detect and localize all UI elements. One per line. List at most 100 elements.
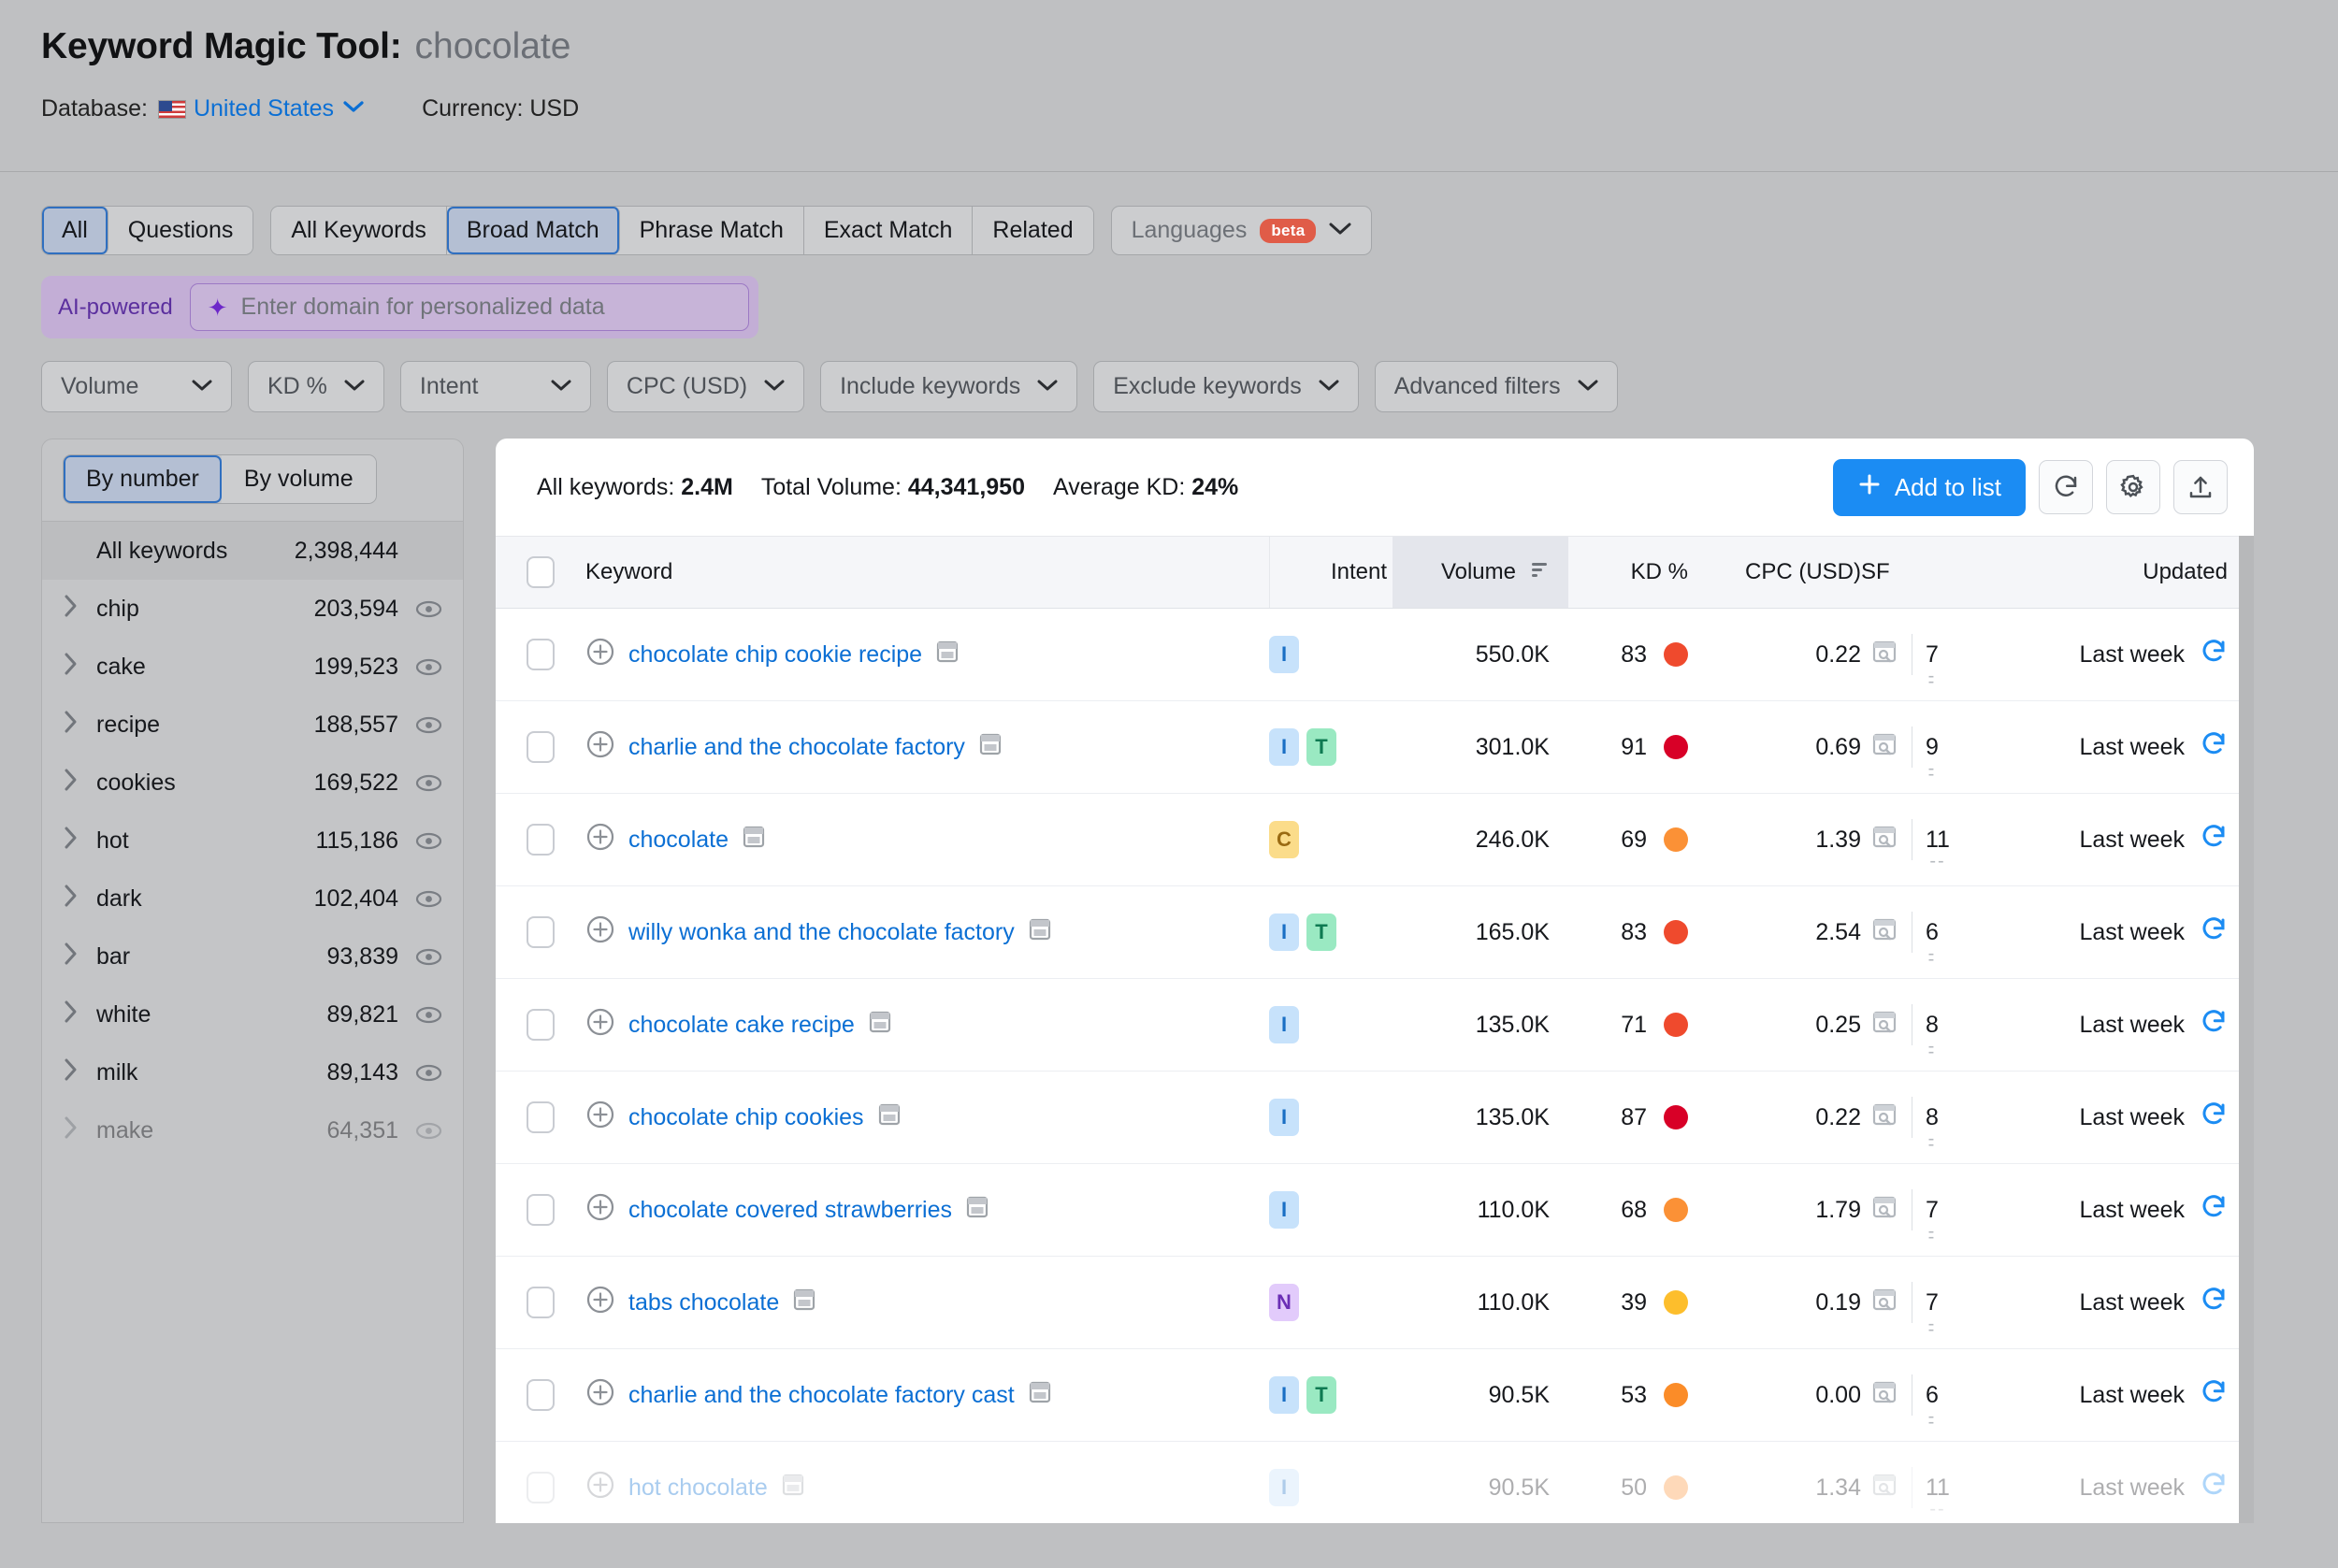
serp-features-icon[interactable]: [1870, 1008, 1898, 1043]
keyword-link[interactable]: tabs chocolate: [628, 1289, 779, 1316]
sidebar-item-chip[interactable]: chip 203,594: [42, 580, 463, 638]
sidebar-item-all-keywords[interactable]: All keywords 2,398,444: [42, 522, 463, 580]
filter-include-keywords[interactable]: Include keywords: [820, 361, 1078, 412]
chevron-right-icon[interactable]: [63, 710, 96, 740]
serp-features-icon[interactable]: [1870, 638, 1898, 672]
column-header-intent[interactable]: Intent: [1269, 537, 1393, 608]
serp-features-icon[interactable]: [1870, 1286, 1898, 1320]
intent-badge-N[interactable]: N: [1269, 1284, 1299, 1321]
column-header-cpc[interactable]: CPC (USD): [1688, 559, 1861, 585]
eye-icon[interactable]: [415, 600, 442, 618]
tab-questions[interactable]: Questions: [108, 207, 253, 254]
serp-preview-icon[interactable]: [978, 732, 1003, 763]
intent-badge-I[interactable]: I: [1269, 913, 1299, 951]
intent-badge-T[interactable]: T: [1306, 728, 1336, 766]
row-checkbox[interactable]: [527, 731, 555, 763]
row-checkbox[interactable]: [527, 1472, 555, 1503]
serp-features-icon[interactable]: [1870, 1378, 1898, 1413]
intent-badge-I[interactable]: I: [1269, 1376, 1299, 1414]
row-refresh-icon[interactable]: [2200, 1471, 2228, 1505]
filter-kd[interactable]: KD %: [248, 361, 384, 412]
filter-advanced[interactable]: Advanced filters: [1374, 361, 1618, 412]
chevron-right-icon[interactable]: [63, 942, 96, 971]
intent-badge-C[interactable]: C: [1269, 821, 1299, 858]
row-checkbox[interactable]: [527, 1194, 555, 1226]
row-checkbox[interactable]: [527, 1101, 555, 1133]
add-keyword-icon[interactable]: [585, 822, 615, 858]
row-refresh-icon[interactable]: [2200, 730, 2228, 765]
serp-features-icon[interactable]: [1870, 915, 1898, 950]
keyword-link[interactable]: willy wonka and the chocolate factory: [628, 919, 1015, 946]
toggle-by-number[interactable]: By number: [64, 455, 222, 503]
serp-preview-icon[interactable]: [742, 825, 766, 856]
add-keyword-icon[interactable]: [585, 1007, 615, 1043]
add-keyword-icon[interactable]: [585, 1192, 615, 1229]
eye-icon[interactable]: [415, 948, 442, 966]
eye-icon[interactable]: [415, 716, 442, 734]
serp-preview-icon[interactable]: [877, 1102, 902, 1133]
serp-preview-icon[interactable]: [792, 1287, 816, 1318]
row-refresh-icon[interactable]: [2200, 823, 2228, 857]
sidebar-item-white[interactable]: white 89,821: [42, 985, 463, 1043]
filter-intent[interactable]: Intent: [399, 361, 591, 412]
table-row[interactable]: charlie and the chocolate factory I T 301.0…: [496, 701, 2254, 794]
sidebar-item-recipe[interactable]: recipe 188,557: [42, 696, 463, 754]
sidebar-item-bar[interactable]: bar 93,839: [42, 928, 463, 985]
sf-count[interactable]: 11 --: [1926, 827, 1950, 870]
table-row[interactable]: hot chocolate I 90.5K 50 1.34 11 -- Last week: [496, 1442, 2254, 1523]
row-refresh-icon[interactable]: [2200, 1193, 2228, 1228]
tab-related[interactable]: Related: [973, 207, 1093, 254]
sidebar-item-milk[interactable]: milk 89,143: [42, 1043, 463, 1101]
eye-icon[interactable]: [415, 890, 442, 908]
intent-badge-I[interactable]: I: [1269, 1099, 1299, 1136]
sf-count[interactable]: 9 --: [1926, 734, 1939, 784]
chevron-right-icon[interactable]: [63, 652, 96, 682]
add-keyword-icon[interactable]: [585, 729, 615, 766]
row-refresh-icon[interactable]: [2200, 1286, 2228, 1320]
table-row[interactable]: willy wonka and the chocolate factory I T 1…: [496, 886, 2254, 979]
serp-features-icon[interactable]: [1870, 1471, 1898, 1505]
tab-phrase-match[interactable]: Phrase Match: [619, 207, 804, 254]
add-keyword-icon[interactable]: [585, 637, 615, 673]
filter-volume[interactable]: Volume: [41, 361, 232, 412]
serp-preview-icon[interactable]: [781, 1473, 805, 1503]
sf-count[interactable]: 7 --: [1926, 641, 1939, 691]
column-header-kd[interactable]: KD %: [1568, 559, 1688, 585]
add-keyword-icon[interactable]: [585, 1100, 615, 1136]
keyword-link[interactable]: charlie and the chocolate factory: [628, 734, 965, 761]
intent-badge-I[interactable]: I: [1269, 728, 1299, 766]
sidebar-item-cake[interactable]: cake 199,523: [42, 638, 463, 696]
column-header-keyword[interactable]: Keyword: [585, 559, 1269, 585]
serp-features-icon[interactable]: [1870, 1193, 1898, 1228]
keyword-link[interactable]: chocolate covered strawberries: [628, 1197, 952, 1224]
chevron-right-icon[interactable]: [63, 1115, 96, 1145]
row-checkbox[interactable]: [527, 1287, 555, 1318]
chevron-right-icon[interactable]: [63, 884, 96, 913]
vertical-scrollbar[interactable]: [2239, 536, 2254, 1523]
sf-count[interactable]: 8 --: [1926, 1012, 1939, 1061]
sidebar-item-cookies[interactable]: cookies 169,522: [42, 754, 463, 812]
intent-badge-I[interactable]: I: [1269, 636, 1299, 673]
column-header-volume[interactable]: Volume: [1393, 537, 1568, 608]
eye-icon[interactable]: [415, 1064, 442, 1082]
eye-icon[interactable]: [415, 1122, 442, 1140]
keyword-link[interactable]: chocolate chip cookie recipe: [628, 641, 922, 669]
serp-preview-icon[interactable]: [935, 640, 960, 670]
row-checkbox[interactable]: [527, 1009, 555, 1041]
row-refresh-icon[interactable]: [2200, 915, 2228, 950]
row-refresh-icon[interactable]: [2200, 1378, 2228, 1413]
export-icon[interactable]: [2173, 460, 2228, 514]
intent-badge-I[interactable]: I: [1269, 1191, 1299, 1229]
keyword-link[interactable]: charlie and the chocolate factory cast: [628, 1382, 1015, 1409]
row-refresh-icon[interactable]: [2200, 1008, 2228, 1043]
table-row[interactable]: chocolate chip cookie recipe I 550.0K 83 0.2…: [496, 609, 2254, 701]
column-header-sf[interactable]: SF: [1861, 559, 1973, 585]
add-keyword-icon[interactable]: [585, 1285, 615, 1321]
sf-count[interactable]: 6 --: [1926, 1382, 1939, 1431]
table-row[interactable]: chocolate chip cookies I 135.0K 87 0.22 8 -- La…: [496, 1072, 2254, 1164]
table-row[interactable]: tabs chocolate N 110.0K 39 0.19 7 -- Last week: [496, 1257, 2254, 1349]
table-row[interactable]: chocolate covered strawberries I 110.0K 68 1…: [496, 1164, 2254, 1257]
table-row[interactable]: charlie and the chocolate factory cast I T…: [496, 1349, 2254, 1442]
sf-count[interactable]: 7 --: [1926, 1197, 1939, 1246]
add-keyword-icon[interactable]: [585, 1377, 615, 1414]
